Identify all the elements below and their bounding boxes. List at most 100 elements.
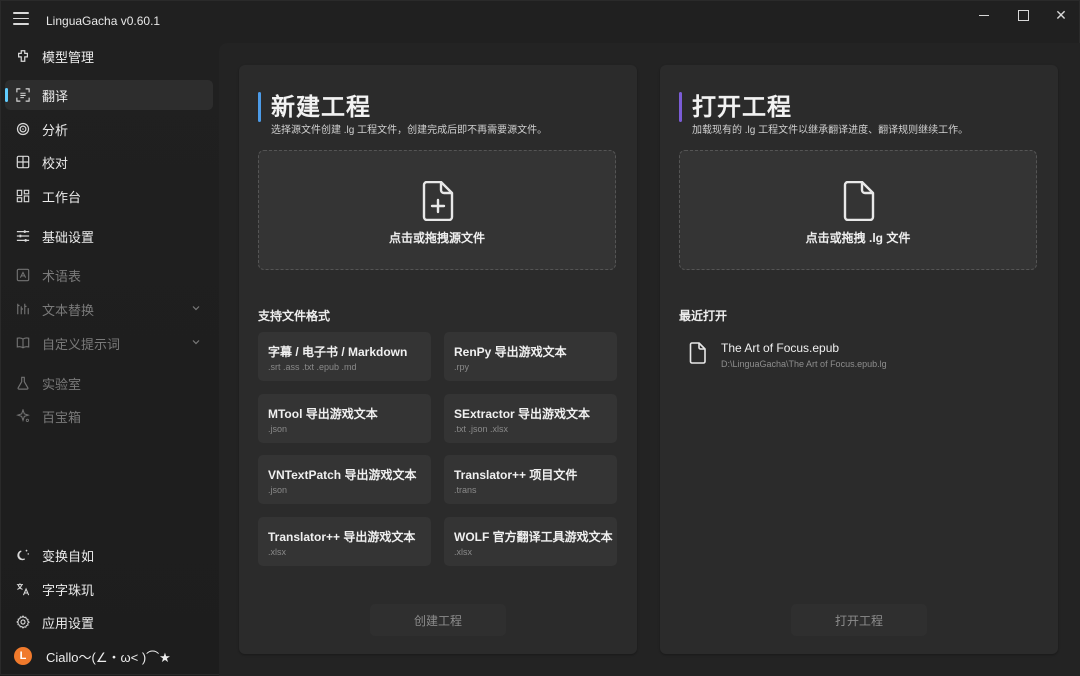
sidebar-item-label: 变换自如 [42, 548, 95, 564]
format-item: Translator++ 导出游戏文本 .xlsx [258, 517, 431, 566]
sidebar-item-app-settings[interactable]: 应用设置 [5, 607, 213, 637]
open-project-button[interactable]: 打开工程 [791, 604, 927, 636]
settings-sliders-icon [15, 228, 31, 244]
format-extensions: .xlsx [454, 547, 472, 557]
chevron-down-icon[interactable] [191, 337, 201, 347]
open-project-title: 打开工程 [692, 94, 792, 121]
recent-file-name: The Art of Focus.epub [721, 341, 840, 355]
format-item: Translator++ 项目文件 .trans [444, 455, 617, 504]
create-project-button[interactable]: 创建工程 [370, 604, 506, 636]
text-replace-icon [15, 301, 31, 317]
source-file-dropzone[interactable]: 点击或拖拽源文件 [258, 150, 616, 270]
format-item: 字幕 / 电子书 / Markdown .srt .ass .txt .epub… [258, 332, 431, 381]
minimize-button[interactable] [964, 5, 1004, 25]
dropzone-label: 点击或拖拽 .lg 文件 [805, 231, 911, 245]
sidebar-item-language[interactable]: 字字珠玑 [5, 574, 213, 604]
format-item: RenPy 导出游戏文本 .rpy [444, 332, 617, 381]
sidebar-item-analysis[interactable]: 分析 [5, 114, 213, 144]
file-icon [689, 342, 706, 364]
format-title: VNTextPatch 导出游戏文本 [268, 468, 417, 482]
app-window: LinguaGacha v0.60.1 ✕ 模型管理 翻译 分析 校对 工作台 … [0, 0, 1080, 676]
recent-file-path: D:\LinguaGacha\The Art of Focus.epub.lg [721, 359, 887, 369]
recent-title: 最近打开 [679, 309, 728, 323]
file-add-icon [422, 181, 454, 221]
format-title: MTool 导出游戏文本 [268, 407, 378, 421]
lg-file-dropzone[interactable]: 点击或拖拽 .lg 文件 [679, 150, 1037, 270]
sidebar-item-custom-prompt[interactable]: 自定义提示词 [5, 328, 213, 358]
chevron-down-icon[interactable] [191, 303, 201, 313]
translate-icon [15, 87, 31, 103]
theme-toggle-icon [15, 547, 31, 563]
supported-formats-title: 支持文件格式 [258, 309, 331, 323]
format-item: WOLF 官方翻译工具游戏文本 .xlsx [444, 517, 617, 566]
sidebar-item-text-replace[interactable]: 文本替换 [5, 294, 213, 324]
sidebar-user-profile[interactable]: L Ciallo～(∠・ω< )⌒★ [5, 641, 213, 671]
close-icon: ✕ [1055, 7, 1067, 23]
main-content: 新建工程 选择源文件创建 .lg 工程文件，创建完成后即不再需要源文件。 点击或… [219, 43, 1080, 676]
title-bar: LinguaGacha v0.60.1 ✕ [1, 1, 1080, 41]
sidebar-item-label: 实验室 [42, 376, 82, 392]
sidebar: 模型管理 翻译 分析 校对 工作台 基础设置 术语表 文本替换 自定义提示词 实… [1, 41, 217, 675]
workbench-icon [15, 188, 31, 204]
recent-file-item[interactable]: The Art of Focus.epub D:\LinguaGacha\The… [689, 337, 1029, 377]
sidebar-item-lab[interactable]: 实验室 [5, 368, 213, 398]
format-extensions: .srt .ass .txt .epub .md [268, 362, 357, 372]
hamburger-menu-icon[interactable] [13, 12, 29, 26]
proofread-icon [15, 154, 31, 170]
sidebar-item-workbench[interactable]: 工作台 [5, 181, 213, 211]
close-button[interactable]: ✕ [1041, 5, 1080, 25]
format-extensions: .xlsx [268, 547, 286, 557]
sidebar-item-proofread[interactable]: 校对 [5, 147, 213, 177]
sidebar-item-label: 文本替换 [42, 302, 95, 318]
open-project-card: 打开工程 加载现有的 .lg 工程文件以继承翻译进度、翻译规则继续工作。 点击或… [660, 65, 1058, 654]
format-item: MTool 导出游戏文本 .json [258, 394, 431, 443]
maximize-button[interactable] [1003, 5, 1043, 25]
analysis-icon [15, 121, 31, 137]
format-title: WOLF 官方翻译工具游戏文本 [454, 530, 613, 544]
gear-icon [15, 614, 31, 630]
format-title: Translator++ 项目文件 [454, 468, 578, 482]
format-extensions: .json [268, 485, 288, 495]
format-extensions: .trans [454, 485, 477, 495]
lab-flask-icon [15, 375, 31, 391]
sidebar-item-basic-settings[interactable]: 基础设置 [5, 221, 213, 251]
app-title: LinguaGacha v0.60.1 [46, 14, 161, 28]
format-extensions: .rpy [454, 362, 470, 372]
sidebar-item-label: 工作台 [42, 189, 82, 205]
language-icon [15, 581, 31, 597]
toolbox-icon [15, 408, 31, 424]
new-project-title: 新建工程 [271, 94, 371, 121]
sidebar-item-toolbox[interactable]: 百宝箱 [5, 401, 213, 431]
avatar: L [14, 647, 32, 665]
active-indicator [5, 88, 8, 102]
card-accent-bar [679, 92, 682, 122]
sidebar-item-label: 基础设置 [42, 229, 95, 245]
format-item: SExtractor 导出游戏文本 .txt .json .xlsx [444, 394, 617, 443]
sidebar-item-label: 术语表 [42, 268, 82, 284]
format-item: VNTextPatch 导出游戏文本 .json [258, 455, 431, 504]
new-project-subtitle: 选择源文件创建 .lg 工程文件，创建完成后即不再需要源文件。 [271, 125, 548, 136]
sidebar-item-label: 自定义提示词 [42, 336, 121, 352]
sidebar-item-glossary[interactable]: 术语表 [5, 260, 213, 290]
model-icon [15, 48, 31, 64]
prompt-book-icon [15, 335, 31, 351]
sidebar-item-model-management[interactable]: 模型管理 [5, 41, 213, 71]
new-project-card: 新建工程 选择源文件创建 .lg 工程文件，创建完成后即不再需要源文件。 点击或… [239, 65, 637, 654]
glossary-icon [15, 267, 31, 283]
format-title: SExtractor 导出游戏文本 [454, 407, 591, 421]
maximize-icon [1017, 9, 1029, 21]
sidebar-item-label: 字字珠玑 [42, 582, 95, 598]
sidebar-item-label: 百宝箱 [42, 409, 82, 425]
sidebar-item-label: 翻译 [42, 88, 69, 104]
format-extensions: .txt .json .xlsx [454, 424, 509, 434]
sidebar-item-theme-toggle[interactable]: 变换自如 [5, 540, 213, 570]
format-title: 字幕 / 电子书 / Markdown [268, 345, 408, 359]
card-accent-bar [258, 92, 261, 122]
minimize-icon [979, 14, 989, 16]
format-extensions: .json [268, 424, 288, 434]
sidebar-item-translate[interactable]: 翻译 [5, 80, 213, 110]
format-title: Translator++ 导出游戏文本 [268, 530, 416, 544]
open-project-subtitle: 加载现有的 .lg 工程文件以继承翻译进度、翻译规则继续工作。 [692, 125, 969, 136]
sidebar-item-label: 分析 [42, 122, 69, 138]
sidebar-item-label: 模型管理 [42, 49, 95, 65]
